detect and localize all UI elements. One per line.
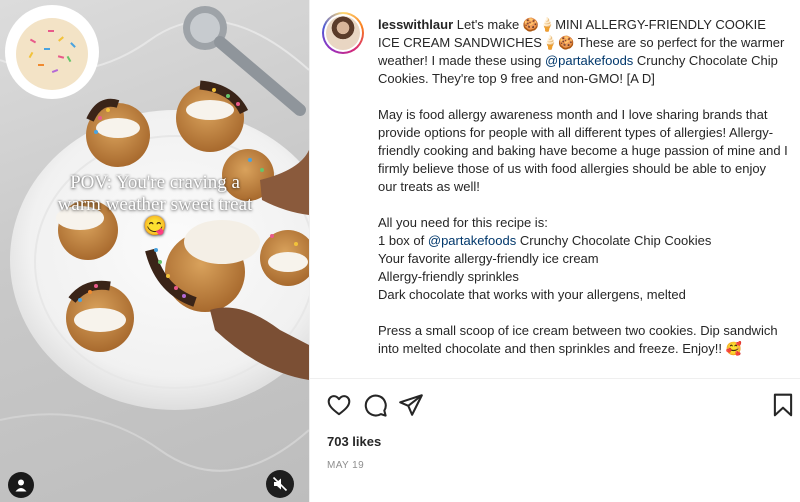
like-button[interactable]	[326, 392, 352, 418]
avatar-border	[324, 14, 362, 52]
ingredient-prefix: 1 box of	[378, 233, 428, 248]
save-button[interactable]	[770, 392, 796, 418]
ingredients-intro: All you need for this recipe is:	[378, 215, 548, 230]
ingredient-item: Allergy-friendly sprinkles	[378, 269, 519, 284]
post-date[interactable]: MAY 19	[327, 460, 364, 471]
media-image	[0, 5, 309, 472]
action-bar	[326, 392, 796, 418]
caption-scroll-area[interactable]: lesswithlaur Let's make 🍪🍦MINI ALLERGY-F…	[310, 0, 800, 378]
user-tag-icon	[15, 479, 27, 492]
divider	[310, 378, 800, 379]
user-tag-button[interactable]	[8, 472, 34, 498]
post-details-panel: lesswithlaur Let's make 🍪🍦MINI ALLERGY-F…	[309, 0, 800, 502]
ingredient-item: Dark chocolate that works with your alle…	[378, 287, 686, 302]
username-link[interactable]: lesswithlaur	[378, 17, 453, 32]
caption-paragraph-instructions: Press a small scoop of ice cream between…	[378, 323, 778, 356]
post-caption: lesswithlaur Let's make 🍪🍦MINI ALLERGY-F…	[378, 16, 788, 376]
caption-paragraph-awareness: May is food allergy awareness month and …	[378, 107, 788, 194]
avatar[interactable]	[322, 12, 364, 54]
mention-link[interactable]: @partakefoods	[428, 233, 516, 248]
like-count[interactable]: 703 likes	[327, 434, 381, 449]
bookmark-icon	[773, 393, 793, 417]
comment-icon	[364, 394, 387, 417]
ingredient-tail: Crunchy Chocolate Chip Cookies	[516, 233, 712, 248]
ingredient-item: Your favorite allergy-friendly ice cream	[378, 251, 599, 266]
caption-paragraph-ingredients: All you need for this recipe is: 1 box o…	[378, 214, 788, 304]
media-overlay-caption: POV: You're craving a warm weather sweet…	[57, 172, 253, 237]
paper-plane-icon	[399, 394, 423, 416]
share-button[interactable]	[398, 392, 424, 418]
ingredient-item: 1 box of @partakefoods Crunchy Chocolate…	[378, 232, 788, 250]
heart-icon	[327, 395, 351, 416]
mention-link[interactable]: @partakefoods	[545, 53, 633, 68]
post-media[interactable]: POV: You're craving a warm weather sweet…	[0, 0, 309, 502]
mute-button[interactable]	[266, 470, 294, 498]
caption-paragraph-intro: lesswithlaur Let's make 🍪🍦MINI ALLERGY-F…	[378, 16, 788, 88]
avatar-image	[326, 16, 360, 50]
muted-speaker-icon	[272, 476, 288, 492]
comment-button[interactable]	[362, 392, 388, 418]
post-viewer: POV: You're craving a warm weather sweet…	[0, 0, 800, 502]
